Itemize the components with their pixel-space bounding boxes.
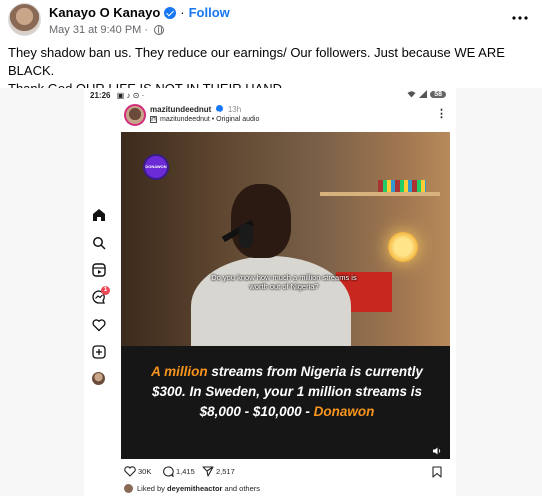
microphone	[239, 224, 253, 248]
ig-username[interactable]: mazitundeednut	[150, 105, 211, 114]
bookmark-icon	[432, 466, 442, 478]
battery-indicator: 58	[430, 90, 446, 98]
ig-time-ago: 13h	[227, 105, 242, 114]
quote-text: A million streams from Nigeria is curren…	[137, 362, 437, 422]
author-row: Kanayo O Kanayo · Follow	[49, 5, 230, 20]
messenger-badge: 1	[101, 286, 110, 295]
meta-separator: ·	[144, 24, 148, 36]
mute-icon[interactable]	[432, 443, 442, 455]
profile-avatar[interactable]	[92, 372, 108, 388]
ig-user-avatar[interactable]	[124, 104, 146, 126]
comment-count: 1,415	[176, 467, 195, 476]
wifi-icon	[407, 91, 416, 98]
post-meta: May 31 at 9:40 PM ·	[49, 24, 164, 36]
caption-line-1: They shadow ban us. They reduce our earn…	[8, 45, 505, 78]
ig-username-row: mazitundeednut 13h	[150, 105, 241, 114]
ig-audio-row[interactable]: mazitundeednut • Original audio	[150, 116, 259, 123]
create-icon[interactable]	[92, 345, 108, 361]
liked-by-user[interactable]: deyemitheactor	[167, 484, 222, 493]
quote-highlight-2: Donawon	[313, 404, 375, 419]
home-icon[interactable]	[92, 208, 108, 224]
like-count: 30K	[138, 467, 152, 476]
comment-action[interactable]: 1,415	[162, 466, 195, 477]
follow-button[interactable]: Follow	[189, 5, 230, 20]
status-bar-time: 21:26 ▣ ♪ ⊙ ·	[90, 91, 145, 100]
messenger-icon[interactable]: 1	[92, 286, 110, 306]
liked-by-avatar	[124, 484, 133, 493]
speaker-head	[231, 184, 291, 258]
share-action[interactable]: 2,517	[202, 466, 235, 477]
signal-icon	[419, 90, 428, 98]
shelf-books	[378, 180, 426, 192]
like-heart-icon	[124, 466, 136, 477]
video-subtitle: Do you know how much a million streams i…	[211, 273, 357, 291]
save-action[interactable]	[432, 466, 442, 478]
quote-panel: A million streams from Nigeria is curren…	[121, 346, 450, 459]
video-frame: DONAWON Do you know how much a million s…	[121, 132, 450, 356]
quote-highlight-1: A million	[151, 364, 208, 379]
verified-badge-icon	[164, 6, 177, 19]
ig-video[interactable]: DONAWON Do you know how much a million s…	[121, 132, 450, 459]
lamp	[388, 232, 418, 262]
ig-actions-bar: 30K 1,415 2,517	[124, 464, 444, 482]
liked-by-row: Liked by deyemitheactor and others	[124, 484, 260, 493]
phone-screenshot: 21:26 ▣ ♪ ⊙ · 58 1 mazitundeednut 13h ma…	[84, 88, 456, 496]
reels-icon[interactable]	[92, 263, 108, 279]
more-options-icon[interactable]	[512, 8, 528, 26]
status-bar-right: 58	[407, 90, 446, 98]
share-icon	[202, 466, 214, 477]
public-globe-icon	[154, 25, 164, 35]
audio-icon	[150, 116, 157, 123]
heart-icon[interactable]	[92, 318, 108, 334]
post-header: Kanayo O Kanayo · Follow May 31 at 9:40 …	[0, 0, 542, 40]
ig-verified-icon	[215, 105, 223, 112]
post-timestamp[interactable]: May 31 at 9:40 PM	[49, 24, 141, 36]
post-media[interactable]: 21:26 ▣ ♪ ⊙ · 58 1 mazitundeednut 13h ma…	[0, 88, 542, 496]
shelf	[320, 192, 440, 196]
like-action[interactable]: 30K	[124, 466, 151, 477]
comment-icon	[163, 466, 174, 477]
liked-by-text: Liked by deyemitheactor and others	[137, 484, 260, 493]
share-count: 2,517	[216, 467, 235, 476]
author-name[interactable]: Kanayo O Kanayo	[49, 5, 160, 20]
ig-more-icon[interactable]: ⋮	[436, 107, 447, 120]
speaker-body	[191, 256, 351, 356]
separator: ·	[180, 5, 185, 20]
ig-audio-label: mazitundeednut • Original audio	[160, 116, 260, 123]
search-icon[interactable]	[92, 236, 108, 252]
status-icons: ▣ ♪ ⊙ ·	[116, 91, 145, 100]
podcast-logo-badge: DONAWON	[145, 156, 167, 178]
author-avatar[interactable]	[8, 3, 41, 36]
